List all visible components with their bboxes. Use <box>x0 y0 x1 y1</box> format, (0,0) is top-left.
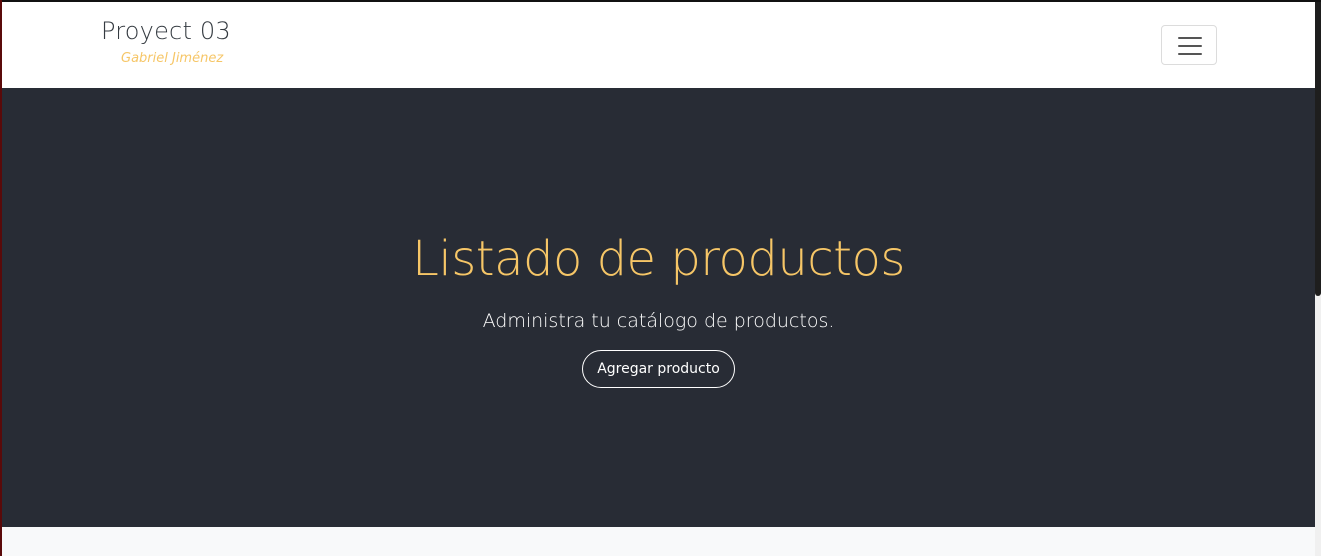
navbar: Proyect 03 Gabriel Jiménez <box>2 2 1315 88</box>
navbar-toggler-button[interactable] <box>1161 25 1217 65</box>
navbar-brand-link[interactable]: Proyect 03 Gabriel Jiménez <box>101 16 231 67</box>
hamburger-menu-icon <box>1178 37 1202 55</box>
hero-lead-text: Administra tu catálogo de productos. <box>482 310 835 332</box>
page-title: Listado de productos <box>412 231 905 287</box>
brand-subtitle: Gabriel Jiménez <box>121 51 224 66</box>
hero-section: Listado de productos Administra tu catál… <box>2 88 1315 527</box>
vertical-scrollbar-thumb[interactable] <box>1315 2 1321 296</box>
page-viewport: Proyect 03 Gabriel Jiménez Listado de pr… <box>2 2 1315 556</box>
add-product-button[interactable]: Agregar producto <box>582 350 735 388</box>
brand-title: Proyect 03 <box>101 17 231 45</box>
